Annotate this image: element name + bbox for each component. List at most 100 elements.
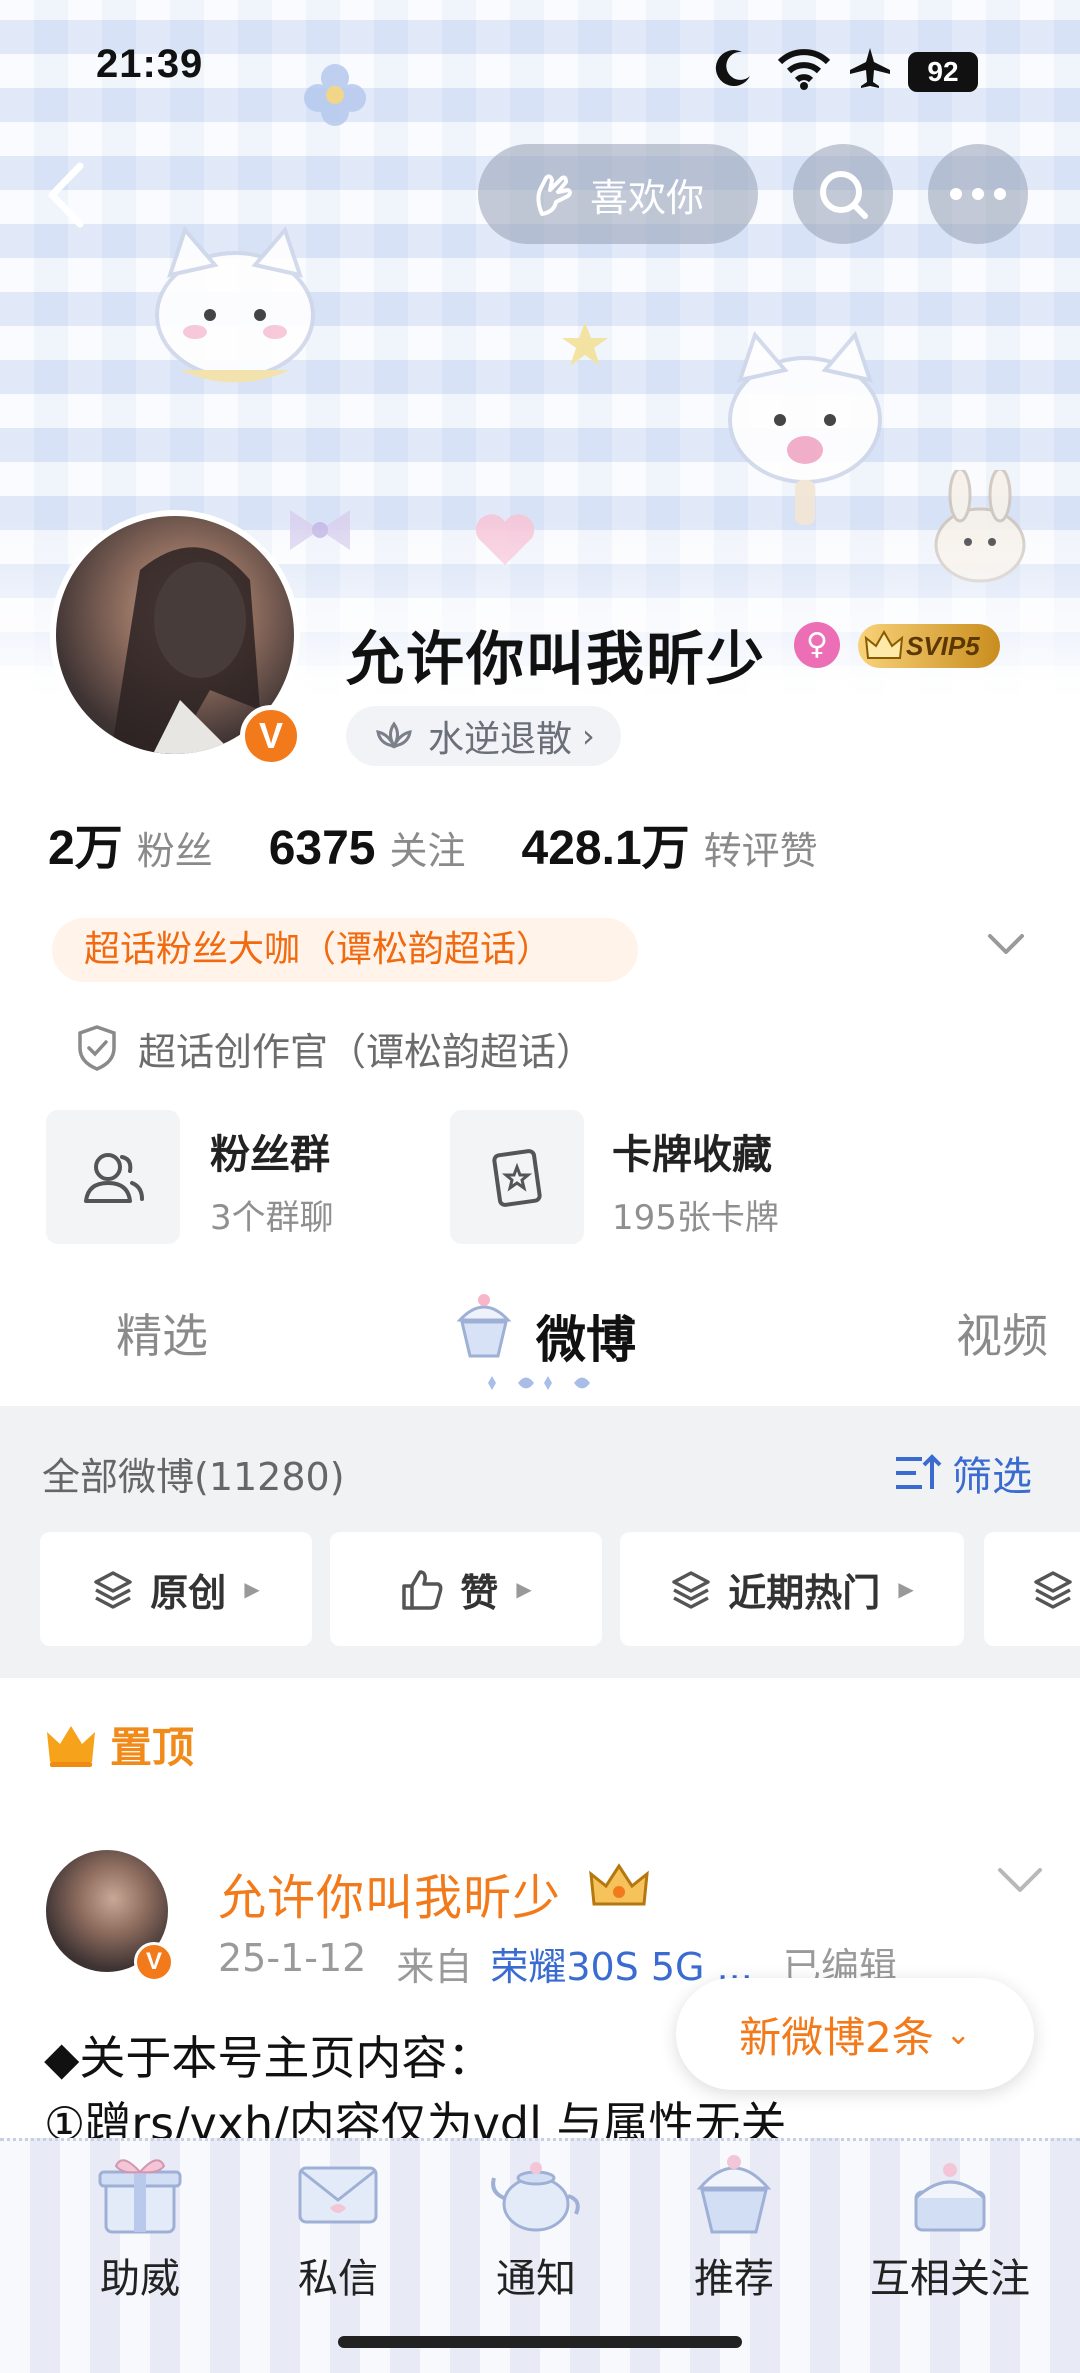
post-author-name[interactable]: 允许你叫我昕少 [218, 1858, 561, 1928]
count-number: 6375 [268, 822, 376, 875]
envelope-icon [298, 2166, 378, 2224]
chip-arrow-icon: ▶ [516, 1577, 532, 1601]
chip-label: 近期热门 [728, 1570, 881, 1615]
card-collection-title: 卡牌收藏 [612, 1132, 772, 1178]
mutual-follow-button[interactable]: 互相关注 [850, 2148, 1050, 2318]
search-button[interactable] [793, 144, 893, 244]
fan-group-button[interactable] [46, 1110, 180, 1244]
pinned-label: 置顶 [44, 1714, 194, 1775]
recommend-label: 推荐 [694, 2256, 774, 2302]
post-text-line: ◆关于本号主页内容： [44, 2031, 494, 2085]
chevron-down-icon[interactable] [996, 1866, 1044, 1894]
profile-counts: 2万 粉丝 6375 关注 428.1万 转评赞 [48, 808, 874, 875]
kitten-sticker-icon [728, 331, 882, 525]
count-label: 关注 [389, 829, 466, 873]
count-number: 428.1万 [521, 822, 690, 875]
mood-tag-label: 水逆退散 [428, 719, 573, 760]
search-icon [820, 171, 868, 219]
hand-icon [536, 174, 572, 216]
layers-icon [1034, 1571, 1072, 1609]
svip-badge[interactable]: SVIP5 [858, 624, 1000, 668]
back-button[interactable] [46, 162, 86, 228]
chip-original[interactable]: 原创 ▶ [40, 1532, 312, 1646]
pinned-text: 置顶 [110, 1723, 195, 1772]
users-icon [84, 1153, 144, 1203]
chip-more[interactable] [984, 1532, 1080, 1646]
chip-label: 赞 [460, 1570, 499, 1615]
gift-icon [98, 2159, 182, 2234]
notification-label: 通知 [496, 2256, 576, 2302]
like-you-button[interactable]: 喜欢你 [478, 144, 758, 244]
following-count[interactable]: 6375 关注 [269, 820, 466, 876]
home-indicator[interactable] [338, 2336, 742, 2348]
crown-icon [47, 1725, 95, 1767]
star-sticker-icon [562, 322, 608, 366]
chip-liked[interactable]: 赞 ▶ [330, 1532, 602, 1646]
chip-arrow-icon: ▶ [898, 1577, 914, 1601]
layers-icon [672, 1571, 711, 1609]
cake-icon [914, 2163, 986, 2232]
cheer-button[interactable]: 助威 [50, 2148, 230, 2318]
recommend-button[interactable]: 推荐 [644, 2148, 824, 2318]
tab-weibo[interactable]: 微博 [536, 1300, 636, 1372]
shield-check-icon [78, 1025, 116, 1071]
tab-active-indicator [488, 1376, 590, 1390]
tab-video[interactable]: 视频 [956, 1300, 1048, 1366]
crown-icon [864, 630, 904, 659]
cupcake-icon [696, 2155, 772, 2234]
filter-label: 筛选 [952, 1454, 1032, 1500]
message-label: 私信 [298, 2256, 378, 2302]
creator-badge-label: 超话创作官（谭松韵超话） [138, 1029, 595, 1074]
fan-group-subtitle: 3个群聊 [210, 1198, 334, 1238]
count-label: 转评赞 [703, 829, 818, 873]
like-you-label: 喜欢你 [589, 175, 704, 220]
count-number: 2万 [48, 822, 123, 875]
card-collection-subtitle: 195张卡牌 [612, 1198, 779, 1238]
all-weibo-count: 全部微博(11280) [42, 1455, 345, 1499]
mutual-follow-label: 互相关注 [870, 2256, 1030, 2302]
new-posts-label: 新微博2条 [739, 2012, 934, 2062]
more-button[interactable] [928, 144, 1028, 244]
post-from-label: 来自 [396, 1945, 473, 1989]
layers-icon [94, 1571, 133, 1609]
interactions-count[interactable]: 428.1万 转评赞 [522, 808, 818, 878]
wifi-icon [777, 49, 831, 90]
card-collection-button[interactable] [450, 1110, 584, 1244]
double-chevron-down-icon: ⌄ [945, 2016, 971, 2052]
fan-group-title: 粉丝群 [210, 1132, 330, 1178]
more-dots-icon [950, 188, 1006, 200]
super-fan-badge[interactable]: 超话粉丝大咖（谭松韵超话） [52, 918, 638, 982]
verified-badge: V [134, 1942, 174, 1982]
new-posts-button[interactable]: 新微博2条 ⌄ [676, 1978, 1034, 2090]
profile-username: 允许你叫我昕少 [346, 625, 767, 693]
verified-badge: V [240, 705, 302, 767]
mood-tag[interactable]: 水逆退散 › [346, 706, 621, 766]
status-time: 21:39 [96, 42, 204, 86]
moon-icon [715, 50, 750, 87]
vip-crown-icon [589, 1863, 649, 1906]
svip-label: SVIP5 [906, 631, 980, 661]
post-date: 25-1-12 [218, 1936, 367, 1980]
chip-label: 原创 [150, 1570, 227, 1615]
tab-featured[interactable]: 精选 [116, 1300, 208, 1366]
chevron-down-icon[interactable] [986, 932, 1026, 956]
chip-recent-hot[interactable]: 近期热门 ▶ [620, 1532, 964, 1646]
airplane-icon [850, 48, 890, 88]
followers-count[interactable]: 2万 粉丝 [48, 808, 213, 878]
filter-icon [896, 1454, 942, 1489]
message-button[interactable]: 私信 [248, 2148, 428, 2318]
creator-badge[interactable]: 超话创作官（谭松韵超话） [76, 1018, 594, 1078]
female-icon: ♀ [794, 622, 840, 668]
filter-button[interactable]: 筛选 [892, 1444, 1032, 1502]
battery-icon: 92 [908, 52, 978, 92]
card-icon [492, 1149, 542, 1207]
chip-arrow-icon: ▶ [244, 1577, 260, 1601]
kitten-sticker-icon [155, 226, 315, 383]
chevron-right-icon: › [582, 717, 595, 755]
lotus-icon [376, 721, 412, 749]
notification-button[interactable]: 通知 [446, 2148, 626, 2318]
flower-sticker-icon [304, 64, 366, 126]
cheer-label: 助威 [100, 2256, 180, 2302]
cupcake-icon [456, 1294, 512, 1358]
count-label: 粉丝 [136, 829, 213, 873]
